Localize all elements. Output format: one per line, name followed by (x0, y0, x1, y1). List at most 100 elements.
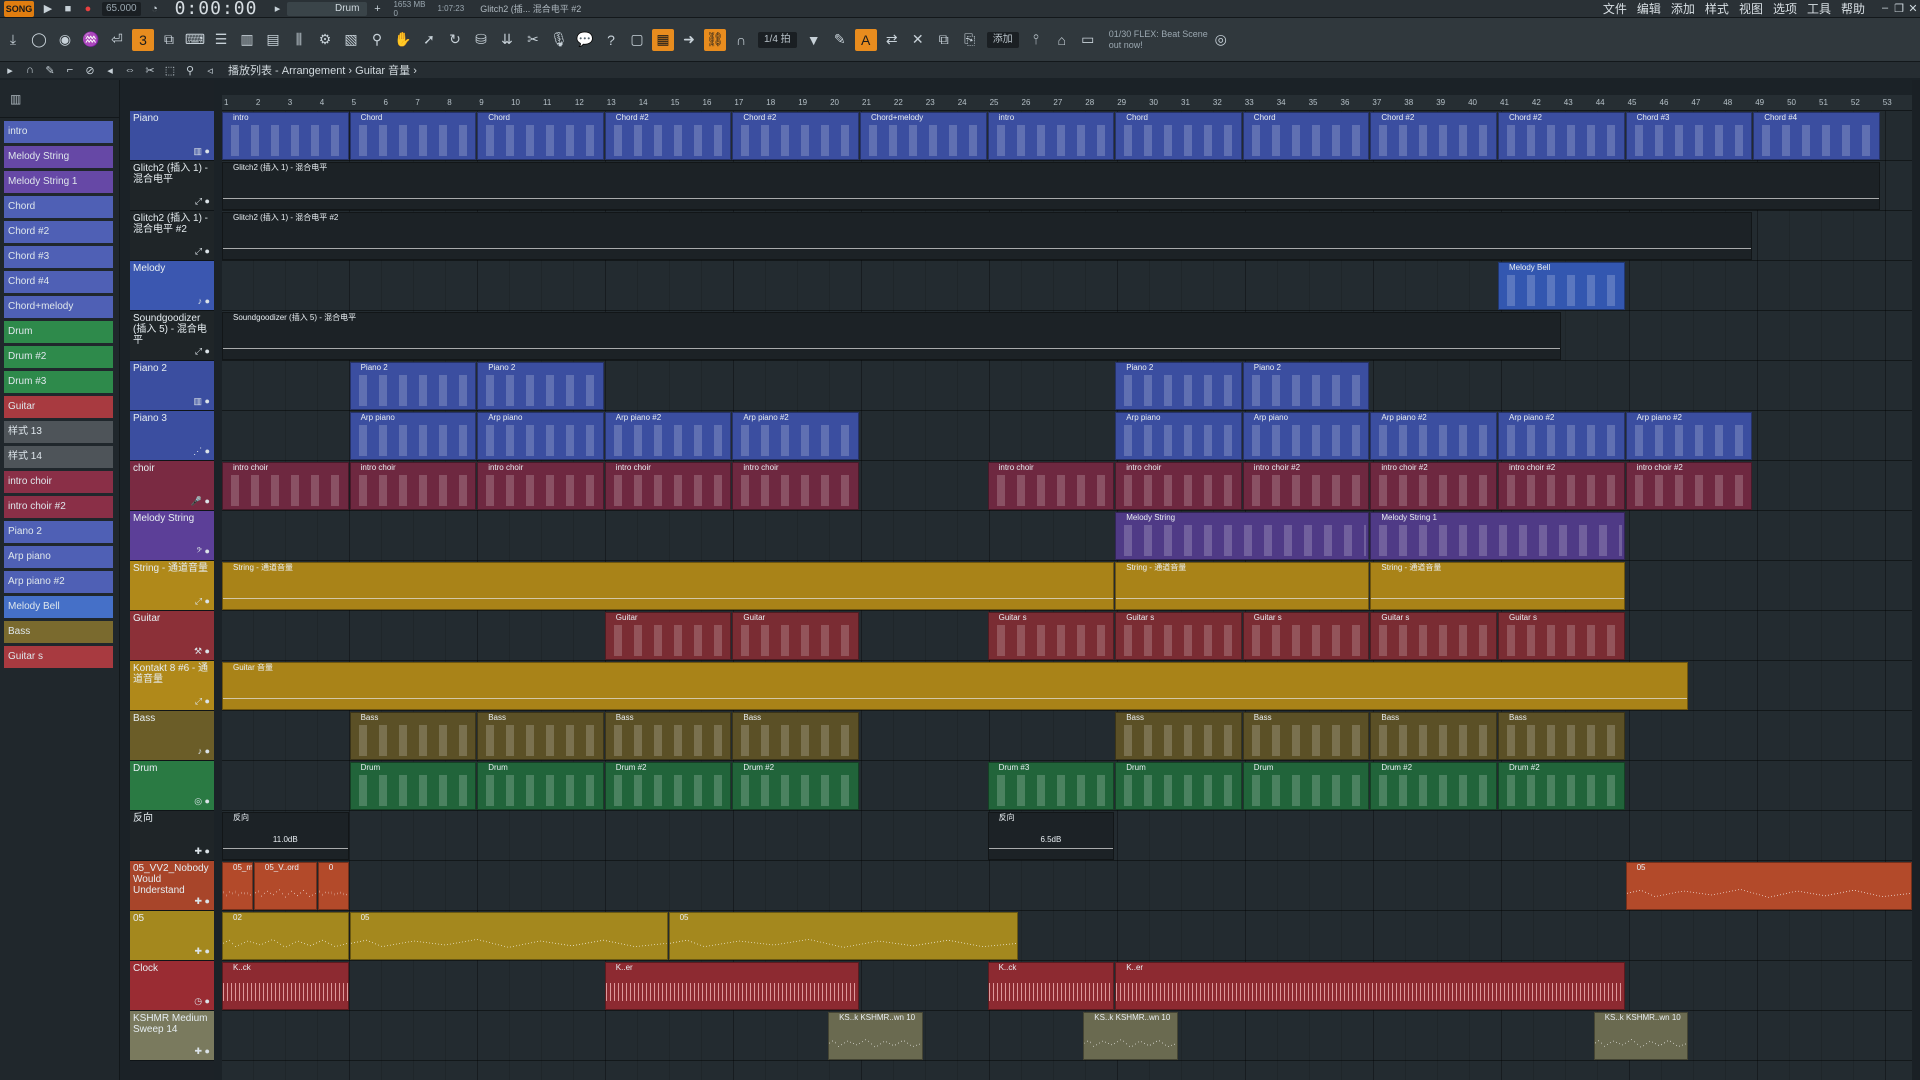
touch-icon[interactable]: ✋ (392, 29, 414, 51)
refresh-icon[interactable]: ↻ (444, 29, 466, 51)
playlist-clip[interactable]: intro (987, 112, 1115, 160)
pattern-prev-icon[interactable]: ▸ (269, 1, 285, 17)
clock-icon[interactable]: ◷ ● (194, 996, 210, 1007)
playlist-clip[interactable]: intro choir (604, 462, 732, 510)
track-header[interactable]: Clock ◷ ● (130, 961, 214, 1011)
playlist-clip[interactable]: intro choir (987, 462, 1115, 510)
playlist-clip[interactable]: Bass (1370, 712, 1497, 760)
pattern-item[interactable]: Arp piano (4, 546, 113, 568)
playlist-clip[interactable]: intro choir #2 (1498, 462, 1625, 510)
add-button[interactable]: 添加 (986, 31, 1019, 48)
zoom-icon[interactable]: ⚲ (182, 62, 198, 78)
globe-icon[interactable]: ◎ (1210, 29, 1232, 51)
track-header[interactable]: Glitch2 (插入 1) - 混合电平 ⤢ ● (130, 161, 214, 211)
menu-item[interactable]: 帮助 (1841, 0, 1865, 17)
playlist-clip[interactable]: 02 (222, 912, 349, 960)
wait-icon[interactable]: ⏎ (106, 29, 128, 51)
track-header[interactable]: Drum ◎ ● (130, 761, 214, 811)
pattern-item[interactable]: Arp piano #2 (4, 571, 113, 593)
note-icon[interactable]: ♪ ● (198, 296, 210, 307)
playlist-clip[interactable]: Drum #2 (732, 762, 859, 810)
track-header[interactable]: Melody ♪ ● (130, 261, 214, 311)
pattern-item[interactable]: intro (4, 121, 113, 143)
piano-roll-icon[interactable]: ▥ (236, 29, 258, 51)
playlist-clip[interactable]: 05 (349, 912, 668, 960)
playlist-clip[interactable]: intro choir (477, 462, 604, 510)
pattern-item[interactable]: 样式 13 (4, 421, 113, 443)
pattern-item[interactable]: Chord #3 (4, 246, 113, 268)
draw-icon[interactable]: ✎ (42, 62, 58, 78)
link-icon[interactable]: ⛓ (704, 28, 726, 51)
play-icon[interactable]: ▶ (40, 1, 56, 17)
playlist-clip[interactable]: Bass (1115, 712, 1242, 760)
playlist-clip[interactable]: Arp piano #2 (1498, 412, 1625, 460)
restore-icon[interactable]: ❐ (1892, 2, 1906, 15)
playlist-clip[interactable]: Arp piano (477, 412, 604, 460)
playlist-clip[interactable]: Guitar s (987, 612, 1115, 660)
playlist-clip[interactable]: Drum #2 (1498, 762, 1625, 810)
audio-icon[interactable]: ✚ ● (195, 846, 210, 857)
playlist-clip[interactable]: Bass (732, 712, 859, 760)
playlist-clip[interactable]: Drum #2 (1370, 762, 1497, 810)
playlist-clip[interactable]: Arp piano #2 (1625, 412, 1753, 460)
tuning-fork-icon[interactable]: ⫯ (1025, 29, 1047, 51)
pattern-item[interactable]: intro choir #2 (4, 496, 113, 518)
playlist-clip[interactable]: Glitch2 (插入 1) - 混合电平 (222, 162, 1880, 210)
playlist-clip[interactable]: K..er (604, 962, 859, 1010)
playlist-clip[interactable]: intro choir (349, 462, 477, 510)
playlist-clip[interactable]: KS..k KSHMR..wn 10 (1083, 1012, 1178, 1060)
track-header[interactable]: Melody String 𝄢 ● (130, 511, 214, 561)
playlist-clip[interactable]: Drum (1242, 762, 1370, 810)
track-header[interactable]: choir 🎤 ● (130, 461, 214, 511)
next-icon[interactable]: ➜ (678, 29, 700, 51)
alt-icon[interactable]: A (854, 28, 877, 51)
close-icon[interactable]: ✕ (1906, 2, 1920, 15)
menu-item[interactable]: 视图 (1739, 0, 1763, 17)
playlist-clip[interactable]: Chord #2 (1370, 112, 1497, 160)
playlist-clip[interactable]: String - 通道音量 (1370, 562, 1625, 610)
pattern-item[interactable]: Guitar (4, 396, 113, 418)
stop-icon[interactable]: ■ (60, 1, 76, 17)
pattern-item[interactable]: Chord #2 (4, 221, 113, 243)
pattern-item[interactable]: Drum (4, 321, 113, 343)
track-header[interactable]: Piano 3 ⋰ ● (130, 411, 214, 461)
playlist-clip[interactable]: Melody String (1115, 512, 1370, 560)
automation-icon[interactable]: ⤢ ● (195, 596, 210, 607)
pattern-item[interactable]: 样式 14 (4, 446, 113, 468)
menu-item[interactable]: 编辑 (1637, 0, 1661, 17)
piano-icon[interactable]: ▥ ● (194, 146, 210, 157)
playlist-clip[interactable]: Bass (477, 712, 604, 760)
track-header[interactable]: String - 通道音量 ⤢ ● (130, 561, 214, 611)
playlist-clip[interactable]: Chord #2 (1498, 112, 1625, 160)
playlist-clip[interactable]: Drum (477, 762, 604, 810)
render-icon[interactable]: ⇊ (496, 29, 518, 51)
mixer-icon[interactable]: ⫼ (288, 29, 310, 51)
playlist-clip[interactable]: Guitar s (1115, 612, 1242, 660)
playlist-clip[interactable]: 05 (668, 912, 1019, 960)
save-icon[interactable]: ⤓ (2, 29, 24, 51)
track-header[interactable]: Piano ▥ ● (130, 111, 214, 161)
arp-icon[interactable]: ⋰ ● (193, 446, 210, 457)
help-icon[interactable]: ? (600, 29, 622, 51)
playlist-clip[interactable]: Arp piano (1115, 412, 1242, 460)
cart-icon[interactable]: ⌂ (1051, 29, 1073, 51)
add-pattern-icon[interactable]: + (369, 1, 385, 17)
pattern-item[interactable]: Guitar s (4, 646, 113, 668)
song-mode-toggle[interactable]: SONG (4, 0, 34, 17)
typing-keyboard-icon[interactable]: ⌨ (184, 29, 206, 51)
audio-icon[interactable]: ✚ ● (195, 946, 210, 957)
record-icon[interactable]: ● (80, 1, 96, 17)
automation-icon[interactable]: ⤢ ● (195, 246, 210, 257)
track-header[interactable]: Piano 2 ▥ ● (130, 361, 214, 411)
comment-icon[interactable]: 💬 (574, 29, 596, 51)
playlist-clip[interactable]: Arp piano #2 (1370, 412, 1497, 460)
playlist-clip[interactable]: Bass (1242, 712, 1370, 760)
playlist-clip[interactable]: 反向 6.5dB (987, 812, 1115, 860)
automation-icon[interactable]: ⤢ ● (195, 346, 210, 357)
playlist-clip[interactable]: Glitch2 (插入 1) - 混合电平 #2 (222, 212, 1753, 260)
pattern-item[interactable]: Melody Bell (4, 596, 113, 618)
playlist-clip[interactable]: Piano 2 (477, 362, 604, 410)
move-icon[interactable]: ⇄ (881, 29, 903, 51)
playlist-clip[interactable]: Guitar s (1498, 612, 1625, 660)
playlist-clip[interactable]: Guitar s (1242, 612, 1370, 660)
